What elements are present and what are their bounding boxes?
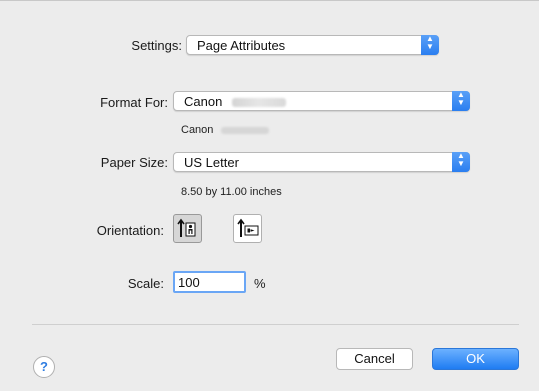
landscape-orientation-icon <box>237 218 259 237</box>
settings-popup[interactable]: Page Attributes ▲ ▼ <box>186 35 439 55</box>
cancel-button[interactable]: Cancel <box>336 348 413 370</box>
portrait-orientation-button[interactable] <box>173 214 202 243</box>
paper-dimensions: 8.50 by 11.00 inches <box>181 186 282 198</box>
landscape-orientation-button[interactable] <box>233 214 262 243</box>
footer-divider <box>32 324 519 325</box>
settings-stepper-icon: ▲ ▼ <box>421 35 439 55</box>
paper-size-value: US Letter <box>184 155 239 170</box>
redacted-model-subtext <box>221 126 270 134</box>
format-for-value: Canon <box>184 94 223 109</box>
paper-size-label: Paper Size: <box>100 155 168 170</box>
scale-unit: % <box>254 276 266 291</box>
format-for-popup[interactable]: Canon ▲ ▼ <box>173 91 470 111</box>
orientation-label: Orientation: <box>96 223 164 238</box>
scale-label: Scale: <box>127 276 164 291</box>
redacted-model-name <box>232 98 287 108</box>
format-for-label: Format For: <box>100 95 168 110</box>
ok-button[interactable]: OK <box>432 348 519 370</box>
paper-size-stepper-icon: ▲ ▼ <box>452 152 470 172</box>
format-for-stepper-icon: ▲ ▼ <box>452 91 470 111</box>
settings-label: Settings: <box>131 38 182 53</box>
portrait-orientation-icon <box>177 218 196 237</box>
format-for-subtext: Canon <box>181 124 270 136</box>
window-top-border <box>0 0 539 1</box>
help-button[interactable]: ? <box>33 356 55 378</box>
scale-input[interactable] <box>173 271 246 293</box>
paper-size-popup[interactable]: US Letter ▲ ▼ <box>173 152 470 172</box>
settings-value: Page Attributes <box>197 38 286 53</box>
